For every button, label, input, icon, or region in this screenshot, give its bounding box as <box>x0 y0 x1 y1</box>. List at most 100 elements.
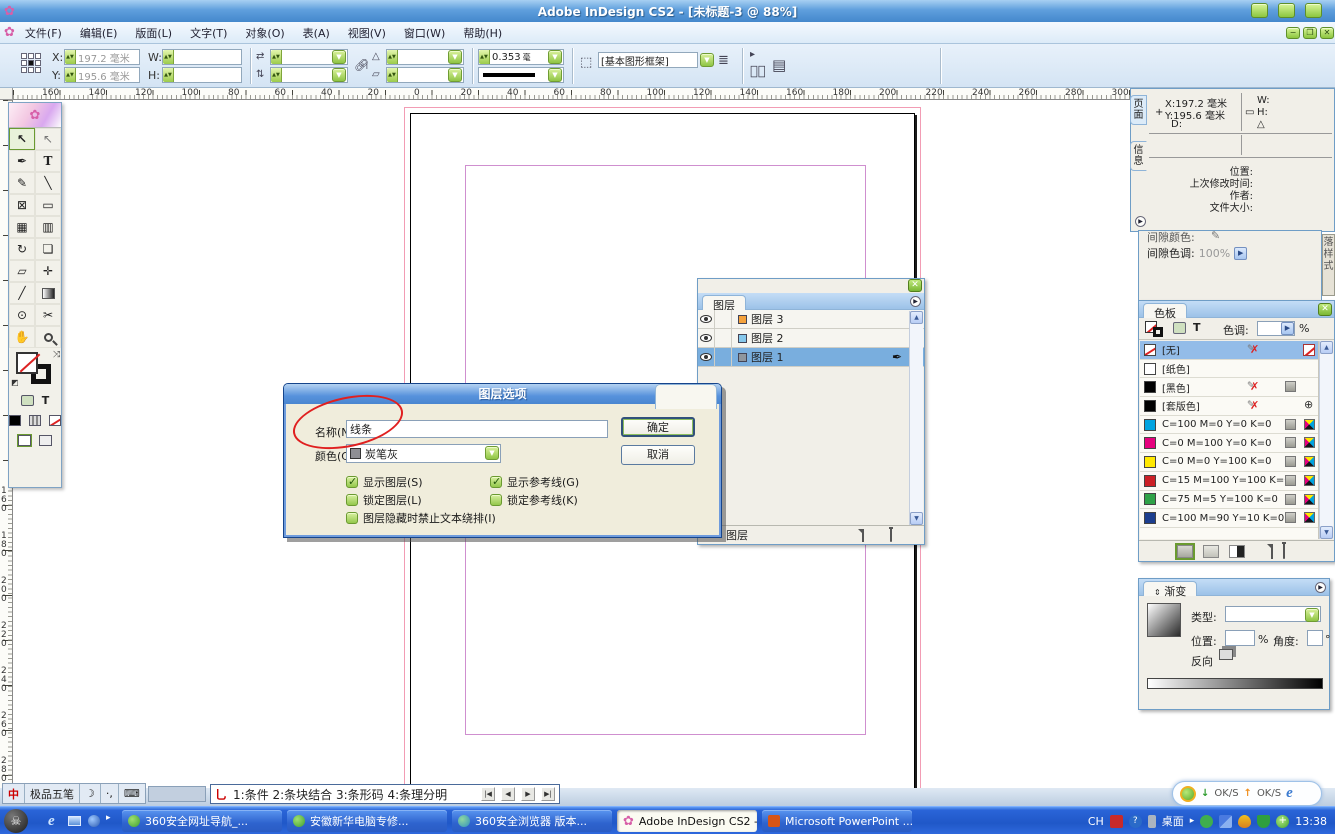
h-spinner[interactable]: ▲▼ <box>163 68 174 82</box>
swatches-close-icon[interactable]: ✕ <box>1318 303 1332 316</box>
menu-table[interactable]: 表(A) <box>295 23 338 43</box>
prev-page-icon[interactable]: ◀ <box>501 787 515 801</box>
flip-vertical-icon[interactable]: ⇅ <box>256 69 264 80</box>
menu-layout[interactable]: 版面(L) <box>127 23 180 43</box>
line-tool[interactable]: ╲ <box>35 172 61 194</box>
layer-row[interactable]: 图层 3 <box>698 310 924 329</box>
tray-usb-icon[interactable] <box>1148 815 1156 828</box>
menu-edit[interactable]: 编辑(E) <box>72 23 126 43</box>
position-field[interactable] <box>1225 630 1255 646</box>
tray-help-icon[interactable]: ? <box>1129 815 1142 828</box>
show-guides-checkbox[interactable]: 显示参考线(G) <box>490 474 579 490</box>
gradient-ramp[interactable] <box>1147 678 1323 689</box>
show-color-swatches-button[interactable] <box>1203 545 1219 558</box>
tab-pages[interactable]: 页面 <box>1130 95 1147 125</box>
h-field[interactable]: ▲▼ <box>162 67 242 83</box>
menu-window[interactable]: 窗口(W) <box>396 23 453 43</box>
first-page-icon[interactable]: |◀ <box>481 787 495 801</box>
object-style-dropdown-icon[interactable]: ▼ <box>700 53 714 67</box>
flyout-arrow-icon[interactable]: ▸ <box>750 49 755 60</box>
delete-swatch-icon[interactable] <box>1283 544 1285 559</box>
swatch-row[interactable]: [无] ✎✗ <box>1140 341 1318 360</box>
rotate-field[interactable]: ▲▼▼ <box>386 49 464 65</box>
quicklaunch-expand-icon[interactable]: ▸ <box>106 813 111 823</box>
container-format-icon[interactable] <box>1173 322 1186 334</box>
direct-selection-tool[interactable]: ↖ <box>35 128 61 150</box>
formatting-text-icon[interactable]: T <box>42 394 50 407</box>
shear-spinner[interactable]: ▲▼ <box>387 68 398 82</box>
transparency-icon[interactable]: 🗔︎⃓ <box>750 64 766 79</box>
new-swatch-icon[interactable] <box>1271 544 1273 559</box>
stroke-style-dropdown-icon[interactable]: ▼ <box>548 68 562 82</box>
scroll-up-icon[interactable]: ▲ <box>1320 341 1333 354</box>
apply-color-icon[interactable] <box>9 415 21 426</box>
swap-fill-stroke-icon[interactable]: ⤨ <box>53 350 60 360</box>
shear-field[interactable]: ▲▼ ▼ <box>386 67 464 83</box>
apply-none-icon[interactable] <box>49 415 61 426</box>
shear-tool[interactable]: ▱ <box>9 260 35 282</box>
show-gradient-swatches-button[interactable] <box>1229 545 1245 558</box>
stroke-weight-dropdown-icon[interactable]: ▼ <box>548 50 562 64</box>
y-field[interactable]: ▲▼195.6 毫米 <box>64 67 140 83</box>
swatches-scrollbar[interactable]: ▲ ▼ <box>1319 341 1333 539</box>
visibility-cell[interactable] <box>698 310 715 328</box>
ruler-origin-box[interactable] <box>0 88 13 100</box>
layer-name[interactable]: 图层 1 <box>751 349 784 365</box>
task-browser-page[interactable]: 安徽新华电脑专修... <box>287 810 447 832</box>
w-field[interactable]: ▲▼ <box>162 49 242 65</box>
maximize-button[interactable] <box>1278 3 1295 18</box>
gradient-thumbnail[interactable] <box>1147 603 1181 637</box>
visibility-cell[interactable] <box>698 329 715 347</box>
scissors-tool[interactable]: ✂ <box>35 304 61 326</box>
swatches-tab[interactable]: 色板 <box>1143 303 1187 318</box>
show-layer-checkbox[interactable]: 显示图层(S) <box>346 474 423 490</box>
layers-close-icon[interactable]: ✕ <box>908 279 922 292</box>
info-menu-icon[interactable]: ▶ <box>1135 216 1146 227</box>
stroke-weight-spinner[interactable]: ▲▼ <box>479 50 490 64</box>
horizontal-grid-tool[interactable]: ▦ <box>9 216 35 238</box>
next-page-icon[interactable]: ▶ <box>521 787 535 801</box>
gap-tint-value[interactable]: 100% <box>1199 247 1230 260</box>
quicklaunch-media-icon[interactable] <box>88 815 100 827</box>
swatch-row[interactable]: C=15 M=100 Y=100 K=0 <box>1140 472 1318 491</box>
rectangle-tool[interactable]: ▭ <box>35 194 61 216</box>
checkbox-icon[interactable] <box>490 494 502 506</box>
show-all-swatches-button[interactable] <box>1177 545 1193 558</box>
gradient-tool[interactable] <box>35 282 61 304</box>
gap-color-field[interactable]: ✎ <box>1211 230 1220 242</box>
y-spinner[interactable]: ▲▼ <box>65 68 76 82</box>
menu-file[interactable]: 文件(F) <box>17 23 70 43</box>
new-layer-icon[interactable] <box>862 529 864 542</box>
x-field[interactable]: ▲▼197.2 毫米 <box>64 49 140 65</box>
desktop-toolbar[interactable]: 桌面 <box>1162 813 1184 829</box>
layer-name[interactable]: 图层 3 <box>751 311 784 327</box>
doc-close-icon[interactable]: ✕ <box>1320 27 1334 39</box>
layer-row[interactable]: 图层 2 <box>698 329 924 348</box>
fill-stroke-proxy[interactable]: ⤨ ◩ <box>9 348 61 390</box>
layers-menu-icon[interactable]: ▶ <box>910 296 921 307</box>
menu-help[interactable]: 帮助(H) <box>455 23 510 43</box>
swatch-row[interactable]: [黑色] ✎✗ <box>1140 378 1318 397</box>
scale-x-dropdown-icon[interactable]: ▼ <box>332 50 346 64</box>
reference-point-proxy[interactable] <box>21 53 41 73</box>
scale-x-field[interactable]: ▲▼▼ <box>270 49 348 65</box>
stroke-proxy-icon[interactable] <box>1153 327 1163 337</box>
eyedropper-tool[interactable]: ╱ <box>9 282 35 304</box>
constrain-link-icon[interactable]: 🔗︎⃓ <box>354 58 369 73</box>
pencil-tool[interactable]: ✎ <box>9 172 35 194</box>
scale-y-field[interactable]: ▲▼▼ <box>270 67 348 83</box>
swatch-row[interactable]: C=100 M=0 Y=0 K=0 <box>1140 416 1318 435</box>
lock-cell[interactable] <box>715 329 732 347</box>
layer-row-selected[interactable]: 图层 1 ✒ <box>698 348 924 367</box>
formatting-container-icon[interactable] <box>21 395 34 406</box>
delete-layer-icon[interactable] <box>890 529 892 542</box>
tray-warning-icon[interactable] <box>1238 815 1251 828</box>
layers-scrollbar[interactable]: ▲ ▼ <box>909 311 923 525</box>
swatch-row[interactable]: C=0 M=100 Y=0 K=0 <box>1140 434 1318 453</box>
lock-cell[interactable] <box>715 310 732 328</box>
suppress-text-wrap-checkbox[interactable]: 图层隐藏时禁止文本绕排(I) <box>346 510 496 526</box>
menu-view[interactable]: 视图(V) <box>340 23 394 43</box>
swatch-row[interactable]: [套版色] ✎✗ ⊕ <box>1140 397 1318 416</box>
shear-dropdown-icon[interactable]: ▼ <box>448 68 462 82</box>
pen-tool[interactable]: ✒ <box>9 150 35 172</box>
